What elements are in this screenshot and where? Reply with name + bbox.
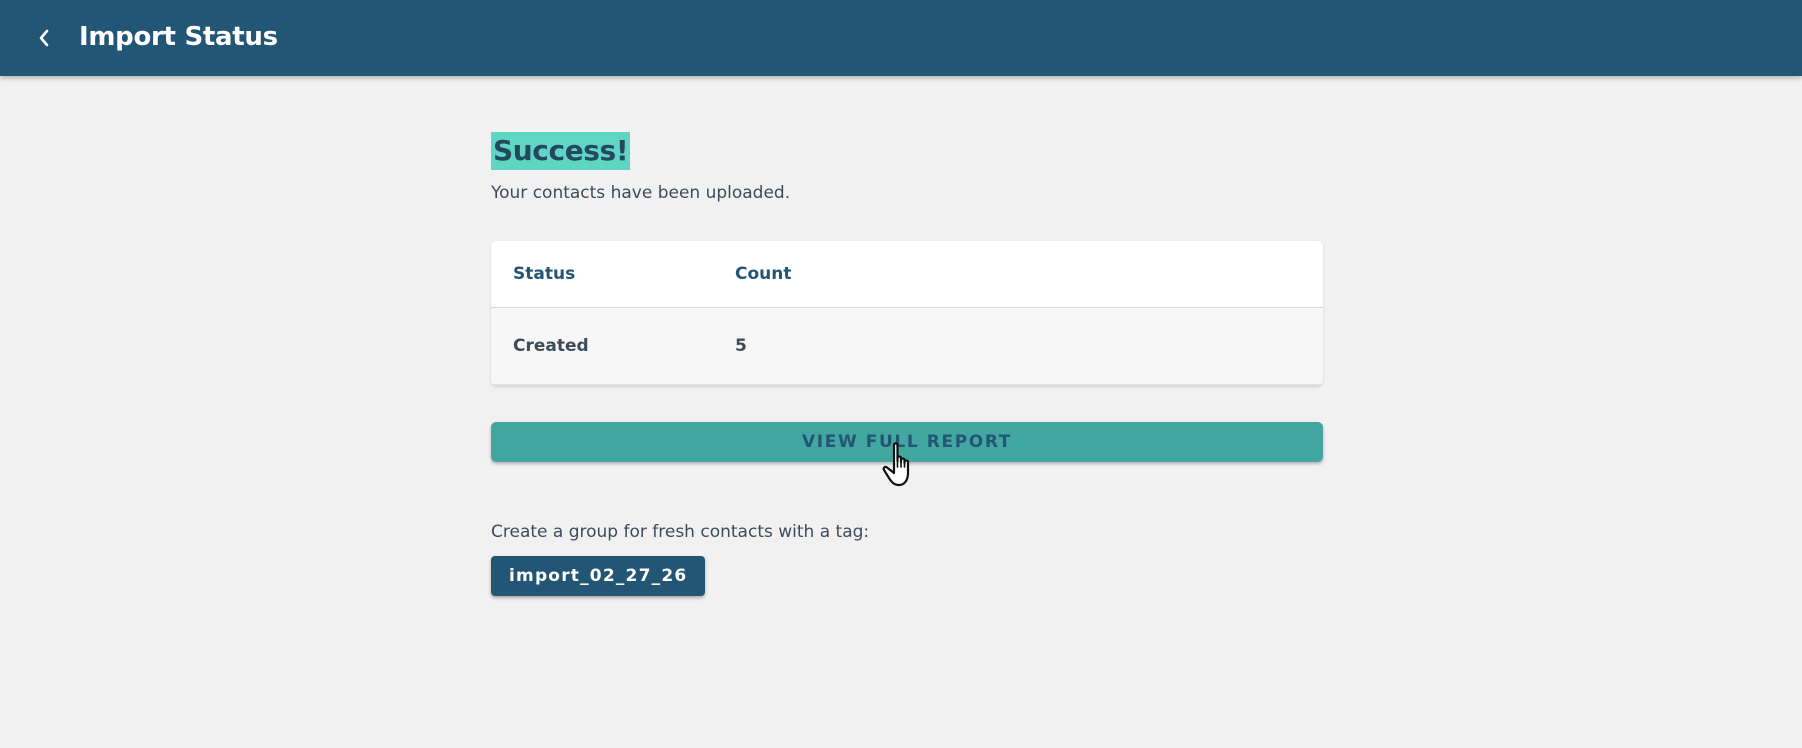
column-header-status: Status xyxy=(513,264,576,284)
column-header-count: Count xyxy=(735,264,792,284)
table-row: Created 5 xyxy=(491,308,1323,386)
view-full-report-label: VIEW FULL REPORT xyxy=(802,432,1012,452)
page-title: Import Status xyxy=(79,22,278,52)
success-heading: Success! xyxy=(491,132,631,170)
app-header: Import Status xyxy=(0,0,1802,76)
import-tag-button[interactable]: import_02_27_26 xyxy=(491,556,706,596)
import-tag-label: import_02_27_26 xyxy=(509,566,688,586)
back-button[interactable] xyxy=(26,20,62,56)
table-header: Status Count xyxy=(491,241,1323,308)
success-message: Your contacts have been uploaded. xyxy=(491,183,791,203)
group-tag-label: Create a group for fresh contacts with a… xyxy=(491,522,870,542)
chevron-left-icon xyxy=(39,29,49,47)
import-status-table: Status Count Created 5 xyxy=(491,241,1323,386)
row-status-cell: Created xyxy=(513,336,589,356)
row-count-cell: 5 xyxy=(735,336,747,356)
view-full-report-button[interactable]: VIEW FULL REPORT xyxy=(491,422,1323,462)
